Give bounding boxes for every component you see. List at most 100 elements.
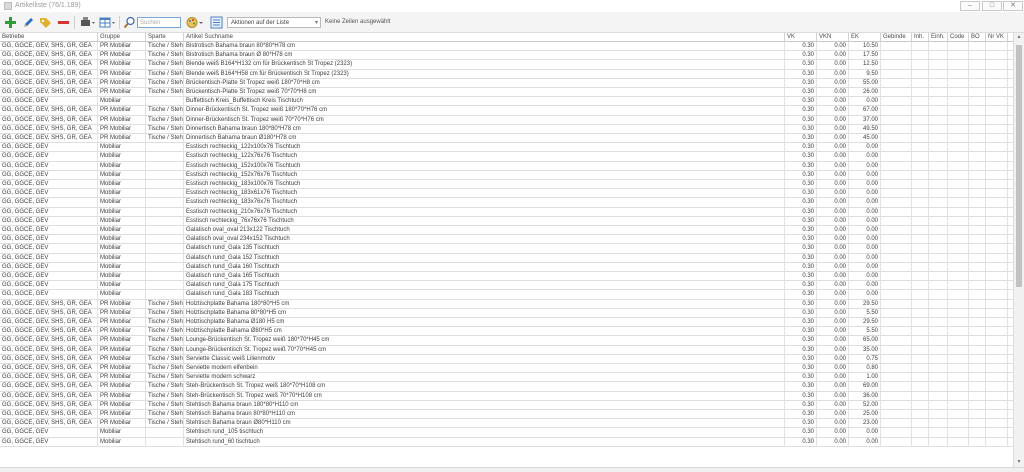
table-row[interactable]: GG, GGCE, GEV, SHS, GR, GEA PR Mobiliar Ti…	[0, 354, 1013, 364]
column-header-bo[interactable]: BO	[969, 33, 986, 42]
table-row[interactable]: GG, GGCE, GEV, SHS, GR, GEA PR Mobiliar Ti…	[0, 78, 1013, 88]
maximize-button[interactable]: □	[982, 1, 1002, 11]
search-input[interactable]: Suchen	[137, 17, 181, 28]
table-row[interactable]: GG, GGCE, GEV, SHS, GR, GEA PR Mobiliar Ti…	[0, 308, 1013, 318]
tag-button[interactable]	[38, 16, 52, 29]
table-button[interactable]	[98, 16, 116, 29]
table-row[interactable]: GG, GGCE, GEV Mobiliar Galatisch oval_oval…	[0, 235, 1013, 245]
cell-empty	[929, 364, 948, 373]
table-row[interactable]: GG, GGCE, GEV Mobiliar Esstisch rechteckig…	[0, 170, 1013, 180]
table-row[interactable]: GG, GGCE, GEV, SHS, GR, GEA PR Mobiliar Ti…	[0, 336, 1013, 346]
table-row[interactable]: GG, GGCE, GEV, SHS, GR, GEA PR Mobiliar Ti…	[0, 299, 1013, 309]
list-actions-button[interactable]	[209, 16, 223, 29]
print-button[interactable]	[78, 16, 96, 29]
table-row[interactable]: GG, GGCE, GEV Mobiliar Galatisch oval_oval…	[0, 226, 1013, 236]
table-row[interactable]: GG, GGCE, GEV, SHS, GR, GEA PR Mobiliar Ti…	[0, 327, 1013, 337]
cell-empty	[929, 161, 948, 171]
table-row[interactable]: GG, GGCE, GEV, SHS, GR, GEA PR Mobiliar Ti…	[0, 42, 1013, 52]
cell-empty	[929, 428, 948, 438]
cell-suchname: Esstisch rechteckig_76x76x76 Tischtuch	[184, 216, 785, 226]
table-row[interactable]: GG, GGCE, GEV, SHS, GR, GEA PR Mobiliar Ti…	[0, 382, 1013, 392]
table-row[interactable]: GG, GGCE, GEV Mobiliar Galatisch rund_Gala…	[0, 281, 1013, 291]
column-header-suchname[interactable]: Artikel Suchname	[184, 33, 785, 42]
cell-sparte: Tische / Stehti	[148, 410, 184, 419]
table-row[interactable]: GG, GGCE, GEV, SHS, GR, GEA PR Mobiliar Ti…	[0, 345, 1013, 355]
minimize-button[interactable]: –	[960, 1, 980, 11]
cell-empty	[929, 115, 948, 125]
table-row[interactable]: GG, GGCE, GEV, SHS, GR, GEA PR Mobiliar Ti…	[0, 115, 1013, 125]
close-button[interactable]: ✕	[1003, 1, 1023, 11]
vertical-scrollbar[interactable]: ▴ ▾	[1013, 33, 1024, 467]
table-row[interactable]: GG, GGCE, GEV Mobiliar Galatisch rund_Gala…	[0, 290, 1013, 300]
cell-empty	[986, 410, 1008, 419]
table-row[interactable]: GG, GGCE, GEV, SHS, GR, GEA PR Mobiliar Ti…	[0, 124, 1013, 134]
column-header-nr-vk[interactable]: Nr VK	[986, 33, 1008, 42]
table-row[interactable]: GG, GGCE, GEV Mobiliar Esstisch rechteckig…	[0, 143, 1013, 153]
cell-empty	[969, 134, 986, 143]
column-header-einheit[interactable]: Einh.	[929, 33, 948, 42]
table-row[interactable]: GG, GGCE, GEV Mobiliar Galatisch rund_Gala…	[0, 262, 1013, 272]
column-header-betriebe[interactable]: Betriebe	[0, 33, 98, 42]
table-row[interactable]: GG, GGCE, GEV, SHS, GR, GEA PR Mobiliar Ti…	[0, 60, 1013, 70]
table-row[interactable]: GG, GGCE, GEV, SHS, GR, GEA PR Mobiliar Ti…	[0, 134, 1013, 144]
table-row[interactable]: GG, GGCE, GEV Mobiliar Esstisch rechteckig…	[0, 207, 1013, 217]
table-row[interactable]: GG, GGCE, GEV, SHS, GR, GEA PR Mobiliar Ti…	[0, 373, 1013, 383]
table-row[interactable]: GG, GGCE, GEV, SHS, GR, GEA PR Mobiliar Ti…	[0, 391, 1013, 401]
cell-empty	[986, 419, 1008, 429]
table-row[interactable]: GG, GGCE, GEV Mobiliar Esstisch rechteckig…	[0, 180, 1013, 190]
cell-empty	[881, 272, 912, 281]
table-row[interactable]: GG, GGCE, GEV Mobiliar Galatisch rund_Gala…	[0, 244, 1013, 254]
table-row[interactable]: GG, GGCE, GEV, SHS, GR, GEA PR Mobiliar Ti…	[0, 318, 1013, 328]
search-button[interactable]	[122, 16, 136, 29]
cell-sparte	[146, 428, 184, 438]
cell-ek: 23.00	[849, 419, 881, 429]
table-row[interactable]: GG, GGCE, GEV, SHS, GR, GEA PR Mobiliar Ti…	[0, 51, 1013, 61]
table-row[interactable]: GG, GGCE, GEV Mobiliar Esstisch rechteckig…	[0, 216, 1013, 226]
edit-button[interactable]	[21, 16, 35, 29]
cell-ek: 0.00	[849, 244, 881, 254]
cell-empty	[912, 299, 929, 309]
column-header-code[interactable]: Code	[948, 33, 969, 42]
table-row[interactable]: GG, GGCE, GEV Mobiliar Stehtisch rund_105 …	[0, 428, 1013, 438]
cell-empty	[986, 308, 1008, 318]
palette-button[interactable]	[184, 16, 204, 29]
cell-empty	[986, 327, 1008, 337]
scrollbar-thumb[interactable]	[1016, 45, 1022, 287]
remove-button[interactable]	[56, 16, 70, 29]
actions-dropdown[interactable]: Aktionen auf der Liste ▾	[227, 17, 321, 28]
table-row[interactable]: GG, GGCE, GEV, SHS, GR, GEA PR Mobiliar Ti…	[0, 410, 1013, 420]
scroll-up-icon[interactable]: ▴	[1014, 33, 1024, 42]
table-row[interactable]: GG, GGCE, GEV Mobiliar Esstisch rechteckig…	[0, 189, 1013, 199]
table-row[interactable]: GG, GGCE, GEV, SHS, GR, GEA PR Mobiliar Ti…	[0, 106, 1013, 116]
column-header-sparte[interactable]: Sparte	[146, 33, 184, 42]
cell-vkn: 0.00	[817, 272, 849, 281]
table-row[interactable]: GG, GGCE, GEV Mobiliar Stehtisch rund_60 t…	[0, 437, 1013, 447]
cell-empty	[912, 364, 929, 373]
cell-ek: 0.75	[849, 354, 881, 364]
table-row[interactable]: GG, GGCE, GEV Mobiliar Esstisch rechteckig…	[0, 152, 1013, 162]
cell-empty	[929, 318, 948, 327]
table-row[interactable]: GG, GGCE, GEV Mobiliar Buffettisch Kreis_B…	[0, 97, 1013, 107]
add-button[interactable]	[3, 16, 17, 29]
table-row[interactable]: GG, GGCE, GEV Mobiliar Esstisch rechteckig…	[0, 161, 1013, 171]
cell-suchname: Dinnertisch Bahama braun Ø180*H78 cm	[184, 134, 785, 143]
table-row[interactable]: GG, GGCE, GEV, SHS, GR, GEA PR Mobiliar Ti…	[0, 400, 1013, 410]
scroll-down-icon[interactable]: ▾	[1014, 458, 1024, 467]
column-header-inhalt[interactable]: Inh.	[912, 33, 929, 42]
column-header-gebinde[interactable]: Gebinde	[881, 33, 912, 42]
column-header-gruppe[interactable]: Gruppe	[98, 33, 146, 42]
table-row[interactable]: GG, GGCE, GEV, SHS, GR, GEA PR Mobiliar Ti…	[0, 69, 1013, 79]
cell-sparte: Tische / Stehti	[148, 382, 184, 392]
column-header-ek[interactable]: EK	[849, 33, 881, 42]
column-header-vkn[interactable]: VKN	[817, 33, 849, 42]
table-row[interactable]: GG, GGCE, GEV, SHS, GR, GEA PR Mobiliar Ti…	[0, 88, 1013, 98]
table-row[interactable]: GG, GGCE, GEV, SHS, GR, GEA PR Mobiliar Ti…	[0, 364, 1013, 374]
column-header-vk[interactable]: VK	[785, 33, 817, 42]
table-row[interactable]: GG, GGCE, GEV Mobiliar Galatisch rund_Gala…	[0, 253, 1013, 263]
table-row[interactable]: GG, GGCE, GEV, SHS, GR, GEA PR Mobiliar Ti…	[0, 419, 1013, 429]
table-row[interactable]: GG, GGCE, GEV Mobiliar Galatisch rund_Gala…	[0, 272, 1013, 282]
horizontal-scrollbar[interactable]	[0, 467, 1024, 472]
table-row[interactable]: GG, GGCE, GEV Mobiliar Esstisch rechteckig…	[0, 198, 1013, 208]
cell-empty	[912, 345, 929, 355]
cell-empty	[986, 235, 1008, 245]
